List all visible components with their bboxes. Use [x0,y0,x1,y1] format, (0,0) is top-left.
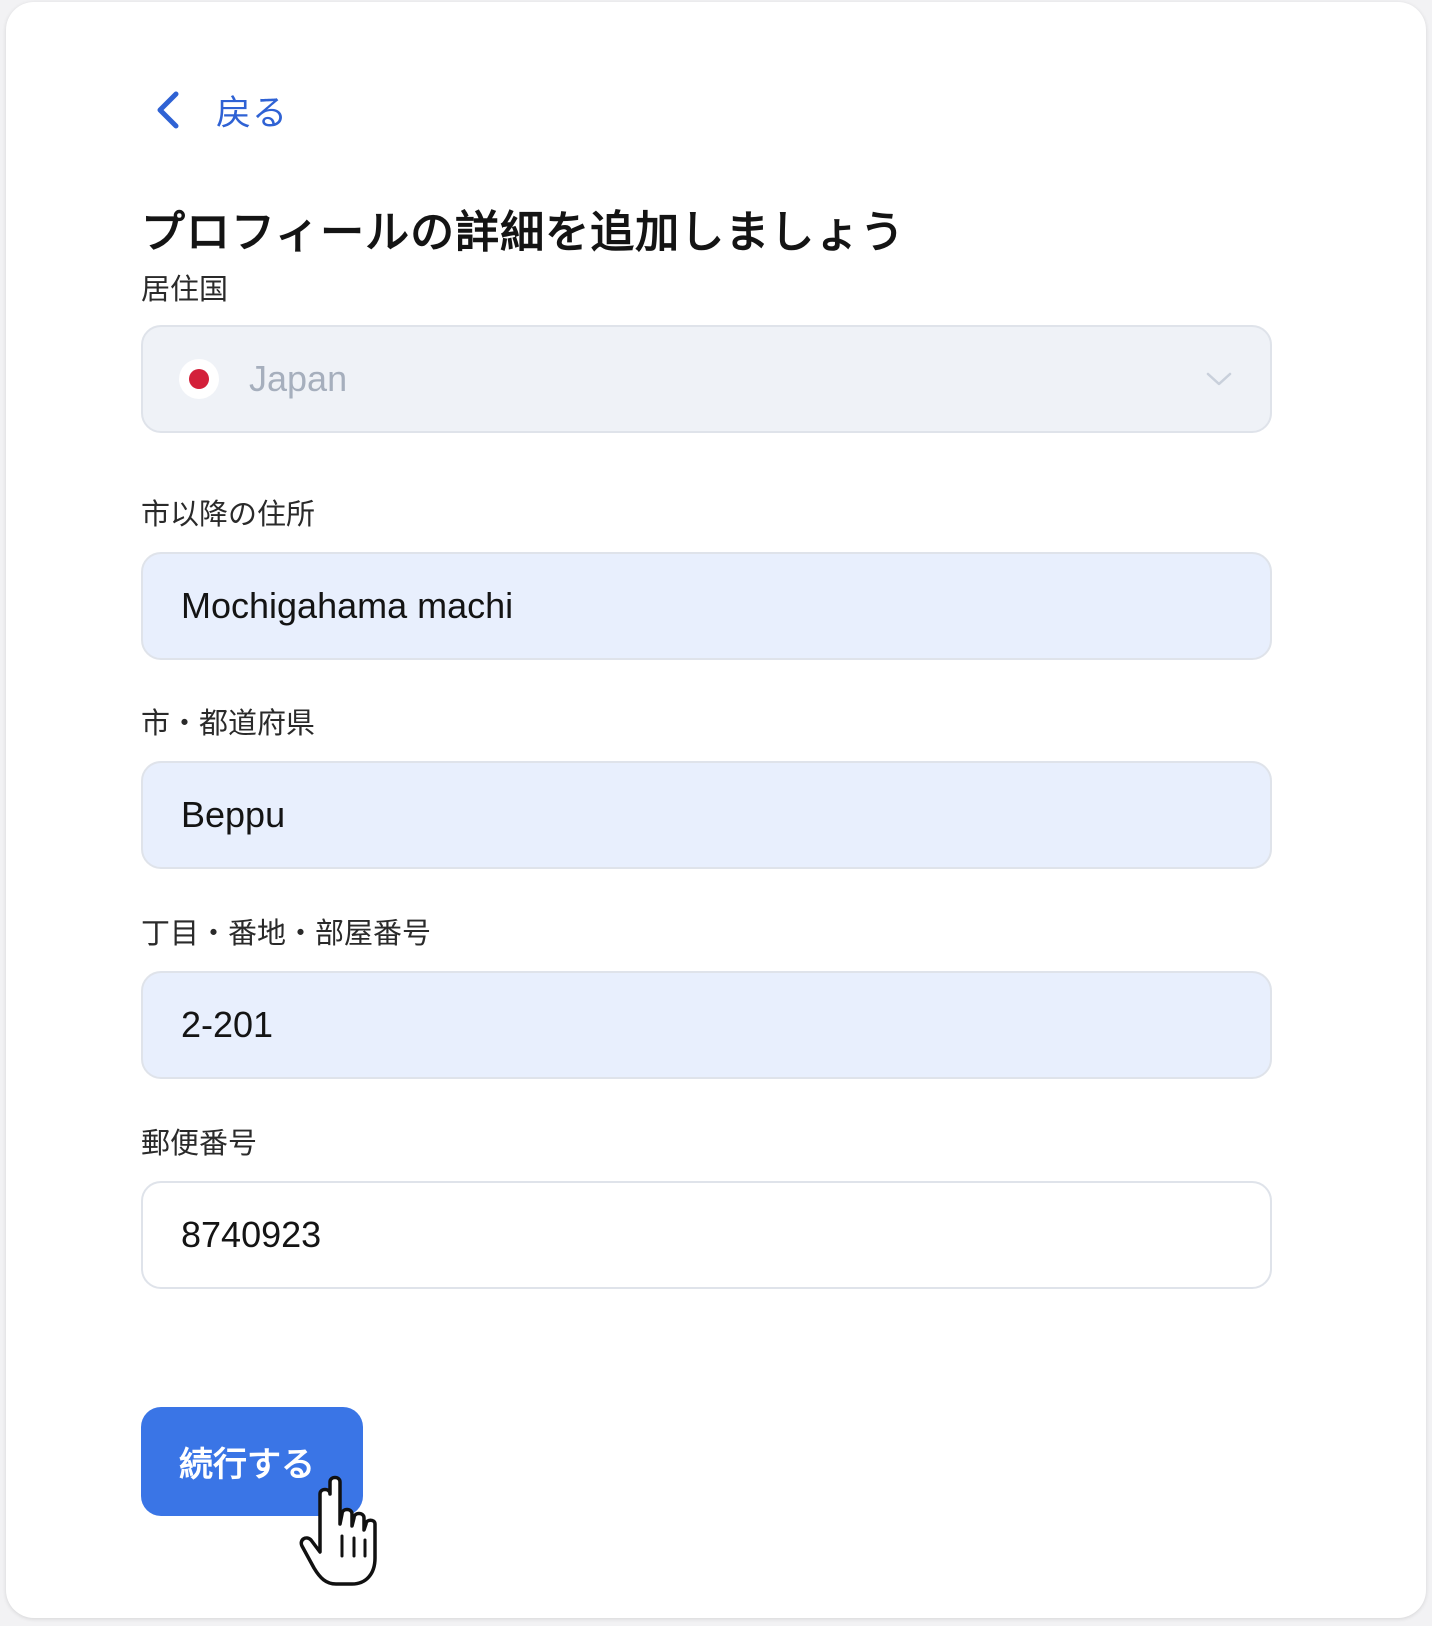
page-title: プロフィールの詳細を追加しましょう [141,207,906,258]
address-line-input[interactable]: Mochigahama machi [141,552,1272,660]
address-line-label: 市以降の住所 [141,497,316,531]
chevron-left-icon [157,91,179,129]
country-select[interactable]: Japan [141,325,1272,433]
hand-pointer-icon [299,1475,377,1586]
address-line-value: Mochigahama machi [181,585,514,626]
block-room-label: 丁目・番地・部屋番号 [141,916,432,950]
city-prefecture-value: Beppu [181,794,286,835]
chevron-down-icon [1206,372,1232,386]
country-label: 居住国 [141,272,229,306]
block-room-input[interactable]: 2-201 [141,971,1272,1079]
japan-flag-icon [189,369,209,389]
city-prefecture-label: 市・都道府県 [141,706,316,740]
block-room-value: 2-201 [181,1004,274,1045]
back-link[interactable]: 戻る [152,84,288,136]
back-label: 戻る [216,93,289,134]
postal-code-value: 8740923 [181,1214,322,1255]
city-prefecture-input[interactable]: Beppu [141,761,1272,869]
postal-code-label: 郵便番号 [141,1126,258,1160]
postal-code-input[interactable]: 8740923 [141,1181,1272,1289]
country-value: Japan [249,358,348,399]
